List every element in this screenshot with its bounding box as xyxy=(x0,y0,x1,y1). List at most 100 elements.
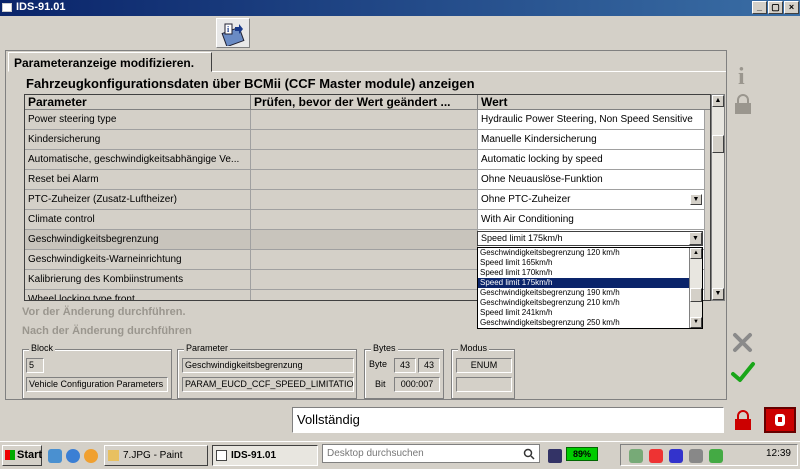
check-cell xyxy=(251,170,478,190)
dropdown-option[interactable]: Speed limit 170km/h xyxy=(478,268,690,278)
modus-secondary-field xyxy=(456,377,512,392)
table-header: Parameter Prüfen, bevor der Wert geänder… xyxy=(25,95,710,110)
table-row[interactable]: Power steering type Hydraulic Power Stee… xyxy=(25,110,710,130)
chevron-down-icon[interactable]: ▼ xyxy=(690,194,702,205)
speed-limit-selected-value: Speed limit 175km/h xyxy=(481,233,563,243)
value-cell[interactable]: With Air Conditioning xyxy=(478,210,705,230)
tray-security-icon[interactable] xyxy=(709,449,723,463)
param-cell: Kindersicherung xyxy=(25,130,251,150)
check-cell xyxy=(251,190,478,210)
check-cell xyxy=(251,230,478,250)
battery-indicator[interactable]: 89% xyxy=(566,447,598,461)
value-cell[interactable]: Hydraulic Power Steering, Non Speed Sens… xyxy=(478,110,705,130)
table-row[interactable]: Kindersicherung Manuelle Kindersicherung xyxy=(25,130,710,150)
table-scrollbar[interactable]: ▲ ▼ xyxy=(711,94,725,301)
red-lock-icon[interactable] xyxy=(730,407,756,433)
column-header-parameter[interactable]: Parameter xyxy=(25,95,251,110)
byte-end-field: 43 xyxy=(418,358,440,373)
block-name-field: Vehicle Configuration Parameters xyxy=(26,377,168,392)
speed-limit-select[interactable]: Speed limit 175km/h ▼ xyxy=(477,231,703,246)
block-number-field: 5 xyxy=(26,358,44,373)
minimize-button[interactable]: _ xyxy=(752,1,767,14)
section-title: Fahrzeugkonfigurationsdaten über BCMii (… xyxy=(26,76,475,91)
block-legend: Block xyxy=(29,343,56,353)
param-cell: Power steering type xyxy=(25,110,251,130)
column-header-check[interactable]: Prüfen, bevor der Wert geändert ... xyxy=(251,95,478,110)
block-group: Block 5 Vehicle Configuration Parameters xyxy=(22,343,172,399)
check-cell xyxy=(251,250,478,270)
column-header-value[interactable]: Wert xyxy=(478,95,710,110)
dropdown-option[interactable]: Speed limit 241km/h xyxy=(478,308,690,318)
desktop-search-input[interactable]: Desktop durchsuchen xyxy=(322,444,540,463)
language-icon[interactable] xyxy=(548,449,562,463)
cancel-x-icon[interactable] xyxy=(730,330,756,356)
value-cell[interactable]: Manuelle Kindersicherung xyxy=(478,130,705,150)
tray-bluetooth-icon[interactable] xyxy=(669,449,683,463)
check-cell xyxy=(251,210,478,230)
tray-flag-icon[interactable] xyxy=(649,449,663,463)
scroll-thumb[interactable] xyxy=(712,135,724,153)
app-header xyxy=(0,16,800,50)
parameter-group: Parameter Geschwindigkeitsbegrenzung PAR… xyxy=(177,343,357,399)
param-cell: Geschwindigkeitsbegrenzung xyxy=(25,230,251,250)
clock[interactable]: 12:39 xyxy=(766,448,791,459)
value-cell[interactable]: Automatic locking by speed xyxy=(478,150,705,170)
tray-volume-icon[interactable] xyxy=(689,449,703,463)
scroll-down-button[interactable]: ▼ xyxy=(712,288,724,300)
desktop-icon[interactable] xyxy=(48,449,62,463)
search-placeholder: Desktop durchsuchen xyxy=(327,448,424,459)
start-button[interactable]: Start xyxy=(2,445,42,466)
scroll-thumb[interactable] xyxy=(690,288,702,302)
scroll-down-button[interactable]: ▼ xyxy=(690,317,702,328)
module-programming-button[interactable]: i xyxy=(216,18,250,48)
tray-network-icon[interactable] xyxy=(629,449,643,463)
table-row[interactable]: Reset bei Alarm Ohne Neuauslöse-Funktion xyxy=(25,170,710,190)
task-label: 7.JPG - Paint xyxy=(123,450,183,461)
parameter-legend: Parameter xyxy=(184,343,231,353)
dropdown-option-selected[interactable]: Speed limit 175km/h xyxy=(478,278,690,288)
dropdown-option[interactable]: Geschwindigkeitsbegrenzung 250 km/h xyxy=(478,318,690,328)
tab-divider xyxy=(212,71,726,72)
scroll-up-button[interactable]: ▲ xyxy=(690,248,702,259)
info-book-icon: i xyxy=(221,23,245,46)
start-label: Start xyxy=(17,449,43,461)
bytes-group: Bytes Byte 43 43 Bit 000:007 xyxy=(364,343,444,399)
stop-button[interactable] xyxy=(764,407,796,433)
dropdown-option[interactable]: Geschwindigkeitsbegrenzung 190 km/h xyxy=(478,288,690,298)
speed-limit-dropdown-list[interactable]: Geschwindigkeitsbegrenzung 120 km/h Spee… xyxy=(477,247,703,329)
taskbar-item-ids[interactable]: IDS-91.01 xyxy=(212,445,318,466)
dropdown-option[interactable]: Speed limit 165km/h xyxy=(478,258,690,268)
lock-icon[interactable] xyxy=(730,92,756,118)
value-cell[interactable]: Ohne Neuauslöse-Funktion xyxy=(478,170,705,190)
window-icon xyxy=(216,450,227,461)
windows-logo-icon xyxy=(5,450,15,460)
table-row[interactable]: PTC-Zuheizer (Zusatz-Luftheizer) Ohne PT… xyxy=(25,190,710,210)
maximize-button[interactable]: ▢ xyxy=(768,1,783,14)
table-row[interactable]: Climate control With Air Conditioning xyxy=(25,210,710,230)
search-icon[interactable] xyxy=(523,448,535,460)
dropdown-option[interactable]: Geschwindigkeitsbegrenzung 210 km/h xyxy=(478,298,690,308)
window-title-bar[interactable]: IDS-91.01 _ ▢ × xyxy=(0,0,800,16)
ie-browser-icon[interactable] xyxy=(66,449,80,463)
firefox-icon[interactable] xyxy=(84,449,98,463)
check-cell xyxy=(251,270,478,290)
tab-parameter-modify[interactable]: Parameteranzeige modifizieren. xyxy=(8,52,212,72)
value-cell[interactable]: Ohne PTC-Zuheizer ▼ xyxy=(478,190,705,210)
byte-start-field: 43 xyxy=(394,358,416,373)
chevron-down-icon[interactable]: ▼ xyxy=(689,232,702,245)
status-field: Vollständig xyxy=(292,407,724,433)
scroll-up-button[interactable]: ▲ xyxy=(712,95,724,107)
parameter-name-field: Geschwindigkeitsbegrenzung xyxy=(182,358,354,373)
close-button[interactable]: × xyxy=(784,1,799,14)
dropdown-option[interactable]: Geschwindigkeitsbegrenzung 120 km/h xyxy=(478,248,690,258)
table-row[interactable]: Automatische, geschwindigkeitsabhängige … xyxy=(25,150,710,170)
dropdown-scrollbar[interactable]: ▲ ▼ xyxy=(689,248,702,328)
bit-label: Bit xyxy=(375,379,386,389)
taskbar-item-paint[interactable]: 7.JPG - Paint xyxy=(104,445,208,466)
info-icon[interactable]: i xyxy=(730,62,756,90)
modus-group: Modus ENUM xyxy=(451,343,515,399)
check-cell xyxy=(251,150,478,170)
check-cell xyxy=(251,110,478,130)
accept-checkmark-icon[interactable] xyxy=(730,360,756,386)
value-text: Ohne PTC-Zuheizer xyxy=(481,194,571,205)
